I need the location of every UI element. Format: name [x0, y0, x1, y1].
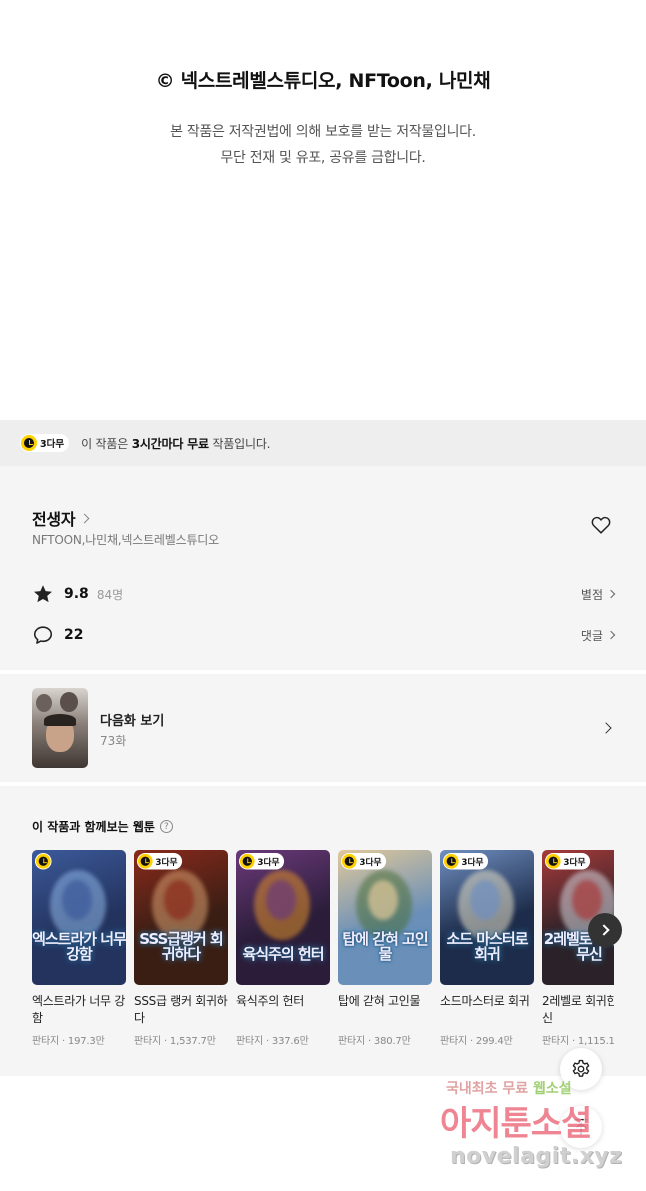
- work-authors: NFTOON,나민채,넥스트레벨스튜디오: [32, 533, 219, 547]
- recommendation-cover-title: SSS급랭커 회귀하다: [139, 929, 224, 964]
- star-icon: [34, 585, 52, 603]
- free-badge-label: 3다무: [257, 857, 280, 868]
- recommendation-card[interactable]: 탑에 갇혀 고인물 3다무탑에 갇혀 고인물판타지 · 380.7만: [338, 850, 432, 1047]
- recommendation-cover: 탑에 갇혀 고인물 3다무: [338, 850, 432, 985]
- recommendation-title: 소드마스터로 회귀: [440, 994, 530, 1008]
- help-icon[interactable]: ?: [159, 820, 173, 833]
- free-badge-label: 3다무: [40, 439, 65, 450]
- recommendations-heading: 이 작품과 함께보는 웹툰 ?: [32, 818, 173, 835]
- recommendation-title: 육식주의 헌터: [236, 994, 304, 1008]
- comments-button-label: 댓글: [580, 628, 603, 643]
- recommendation-cover-title: 탑에 갇혀 고인물: [342, 929, 428, 964]
- watermark-line3: novelagit.xyz: [450, 1144, 623, 1169]
- recommendation-title: SSS급 랭커 회귀하다: [134, 994, 228, 1026]
- watermark-line1: 국내최초 무료 웹소설: [446, 1078, 572, 1098]
- rate-button[interactable]: 별점: [580, 586, 616, 603]
- next-episode-number: 73화: [100, 734, 127, 748]
- clock-icon: [239, 853, 255, 869]
- copyright-notice-line1: 본 작품은 저작권법에 의해 보호를 받는 저작물입니다.: [170, 124, 476, 140]
- free-badge: [35, 853, 52, 870]
- free-badge: 3다무: [341, 853, 387, 870]
- scroll-top-button[interactable]: [560, 1106, 602, 1148]
- rating-row: 9.8 84명 별점: [32, 583, 616, 605]
- recommendation-cover-title: 소드 마스터로 회귀: [446, 929, 528, 964]
- comment-count: 22: [64, 627, 84, 643]
- recommendation-title: 2레벨로 회귀한 무신: [542, 994, 614, 1026]
- free-badge-label: 3다무: [359, 857, 382, 868]
- recommendation-meta: 판타지 · 299.4만: [440, 1036, 513, 1047]
- carousel-next-button[interactable]: [588, 913, 622, 947]
- next-episode-button[interactable]: 다음화 보기 73화: [0, 674, 646, 782]
- recommendation-card[interactable]: 육식주의 헌터 3다무육식주의 헌터판타지 · 337.6만: [236, 850, 330, 1047]
- work-info-panel: 전생자 NFTOON,나민채,넥스트레벨스튜디오 9.8 84명 별점 22 댓…: [0, 466, 646, 670]
- recommendation-cover: SSS급랭커 회귀하다 3다무: [134, 850, 228, 985]
- free-badge-label: 3다무: [155, 857, 178, 868]
- arrow-up-icon: [574, 1118, 588, 1136]
- recommendation-card[interactable]: 2레벨로 회귀한 무신3다무2레벨로 회귀한 무신판타지 · 1,115.1만: [542, 850, 614, 1047]
- chevron-right-icon: [600, 722, 612, 734]
- free-badge: 3다무: [443, 853, 489, 870]
- watermark: 국내최초 무료 웹소설 아지툰소설 novelagit.xyz: [440, 1078, 646, 1188]
- copyright-notice-line2: 무단 전재 및 유포, 공유를 금합니다.: [220, 150, 426, 166]
- comments-button[interactable]: 댓글: [580, 627, 616, 644]
- free-msg-bold: 3시간마다 무료: [131, 436, 209, 451]
- chevron-right-icon: [597, 924, 610, 936]
- recommendation-meta: 판타지 · 197.3만: [32, 1036, 105, 1047]
- free-badge-label: 3다무: [563, 857, 586, 868]
- free-badge-label: 3다무: [461, 857, 484, 868]
- free-badge: 3다무: [545, 853, 591, 870]
- heart-icon[interactable]: [590, 514, 612, 536]
- recommendations-carousel[interactable]: 엑스트라가 너무강함 엑스트라가 너무 강함 판타지 · 197.3만 SSS급랭커 …: [32, 850, 614, 1050]
- recommendation-meta: 판타지 · 1,115.1만: [542, 1036, 614, 1047]
- clock-icon: [443, 853, 459, 869]
- free-banner: 3다무 이 작품은 3시간마다 무료 작품입니다.: [0, 420, 646, 466]
- recommendation-meta: 판타지 · 1,537.7만: [134, 1036, 216, 1047]
- free-banner-message: 이 작품은 3시간마다 무료 작품입니다.: [81, 435, 270, 452]
- chevron-right-icon: [606, 630, 616, 640]
- rating-count: 84명: [96, 587, 124, 602]
- recommendation-cover: 엑스트라가 너무강함: [32, 850, 126, 985]
- rate-button-label: 별점: [580, 587, 603, 602]
- free-msg-prefix: 이 작품은: [81, 436, 132, 451]
- watermark-line1-a: 국내최초 무료: [446, 1081, 534, 1097]
- chevron-right-icon: [79, 513, 90, 523]
- work-title: 전생자: [32, 510, 76, 529]
- clock-icon: [21, 435, 37, 451]
- recommendation-card[interactable]: 소드 마스터로 회귀 3다무소드마스터로 회귀판타지 · 299.4만: [440, 850, 534, 1047]
- free-badge: 3다무: [239, 853, 285, 870]
- clock-icon: [137, 853, 153, 869]
- recommendations-heading-text: 이 작품과 함께보는 웹툰: [32, 820, 155, 834]
- copyright-holders: © 넥스트레벨스튜디오, NFToon, 나민채: [155, 70, 491, 92]
- recommendation-meta: 판타지 · 337.6만: [236, 1036, 309, 1047]
- rating-value: 9.8: [64, 586, 89, 602]
- clock-icon: [35, 853, 51, 869]
- next-episode-thumbnail: [32, 688, 88, 768]
- comments-row: 22 댓글: [32, 624, 616, 646]
- recommendation-cover-title: 엑스트라가 너무강함: [32, 929, 126, 964]
- next-episode-title: 다음화 보기: [100, 714, 165, 729]
- free-badge: 3다무: [20, 434, 70, 452]
- clock-icon: [341, 853, 357, 869]
- chevron-right-icon: [606, 589, 616, 599]
- copyright-section: © 넥스트레벨스튜디오, NFToon, 나민채 본 작품은 저작권법에 의해 …: [0, 0, 646, 420]
- recommendation-title: 탑에 갇혀 고인물: [338, 994, 421, 1008]
- recommendation-title: 엑스트라가 너무 강함: [32, 994, 125, 1026]
- recommendation-cover: 소드 마스터로 회귀 3다무: [440, 850, 534, 985]
- gear-icon: [572, 1059, 590, 1077]
- comment-icon: [33, 626, 53, 644]
- recommendation-card[interactable]: SSS급랭커 회귀하다 3다무 SSS급 랭커 회귀하다판타지 · 1,537.7만: [134, 850, 228, 1047]
- free-badge: 3다무: [137, 853, 183, 870]
- recommendations-section: 이 작품과 함께보는 웹툰 ? 엑스트라가 너무강함엑스트라가 너무 강함판타지…: [0, 786, 646, 1076]
- recommendation-meta: 판타지 · 380.7만: [338, 1036, 411, 1047]
- work-title-link[interactable]: 전생자: [32, 506, 90, 530]
- recommendation-card[interactable]: 엑스트라가 너무강함엑스트라가 너무 강함판타지 · 197.3만: [32, 850, 126, 1047]
- recommendation-cover-title: 육식주의 헌터: [242, 945, 324, 964]
- recommendation-cover: 육식주의 헌터 3다무: [236, 850, 330, 985]
- settings-button[interactable]: [560, 1048, 602, 1090]
- clock-icon: [545, 853, 561, 869]
- free-msg-suffix: 작품입니다.: [208, 436, 271, 451]
